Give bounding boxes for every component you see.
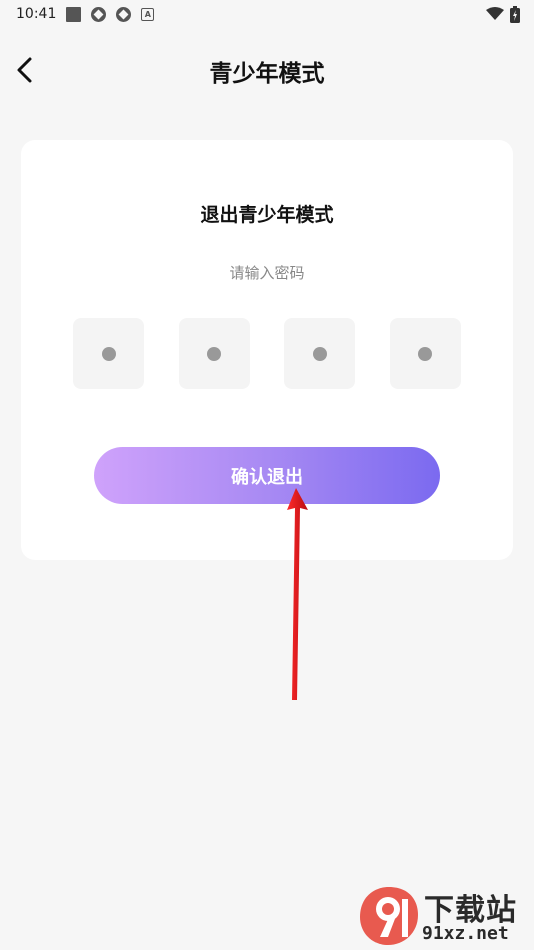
annotation-arrow-icon [287, 488, 308, 700]
a-notification-icon: A [141, 7, 155, 21]
pin-dot [312, 346, 327, 361]
pin-digit-1[interactable] [73, 318, 144, 389]
app-notification-icon [91, 6, 107, 22]
pin-digit-4[interactable] [389, 318, 461, 389]
status-right [486, 5, 520, 23]
watermark-domain: 91xz.net [422, 923, 509, 944]
pin-input-row [73, 318, 461, 389]
status-time: 10:41 [16, 6, 57, 22]
battery-icon [510, 5, 520, 23]
pin-digit-3[interactable] [284, 318, 356, 389]
confirm-exit-button[interactable]: 确认退出 [94, 447, 440, 504]
card-title: 退出青少年模式 [200, 204, 334, 226]
pin-digit-2[interactable] [178, 318, 250, 389]
exit-card: 退出青少年模式 请输入密码 确认退出 [21, 140, 513, 560]
app-notification-icon-2 [116, 6, 132, 22]
status-bar: 10:41 A [0, 0, 534, 28]
pin-dot [101, 346, 116, 361]
page-title: 青少年模式 [209, 61, 325, 87]
pin-dot [207, 346, 222, 361]
status-left: 10:41 A [16, 6, 155, 22]
watermark: 下载站 91xz.net [358, 885, 530, 947]
pin-dot [418, 346, 433, 361]
wifi-icon [486, 7, 504, 20]
brand-logo-icon [360, 887, 418, 945]
square-notification-icon [66, 6, 82, 22]
password-hint: 请输入密码 [229, 264, 305, 282]
header: 青少年模式 [0, 40, 534, 100]
